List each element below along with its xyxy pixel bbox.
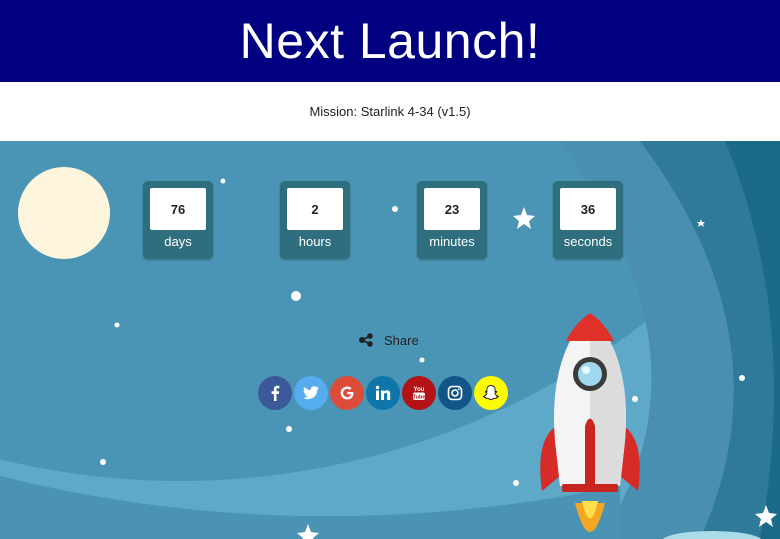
countdown-unit: minutes	[429, 234, 475, 249]
instagram-icon	[447, 385, 463, 401]
facebook-icon	[271, 385, 280, 401]
facebook-button[interactable]	[258, 376, 292, 410]
linkedin-button[interactable]	[366, 376, 400, 410]
header-bar: Next Launch!	[0, 0, 780, 82]
countdown-minutes: 23 minutes	[417, 181, 487, 259]
countdown-hours: 2 hours	[280, 181, 350, 259]
mission-name: Mission: Starlink 4-34 (v1.5)	[309, 104, 471, 119]
countdown-unit: days	[164, 234, 192, 249]
google-button[interactable]	[330, 376, 364, 410]
moon	[18, 167, 110, 259]
instagram-button[interactable]	[438, 376, 472, 410]
countdown-value: 2	[287, 188, 343, 230]
countdown-unit: hours	[298, 234, 332, 249]
snapchat-icon	[483, 384, 499, 401]
youtube-icon: You Tube	[413, 387, 426, 401]
share-label: Share	[384, 332, 419, 348]
svg-text:Tube: Tube	[413, 395, 426, 401]
countdown-value: 76	[150, 188, 206, 230]
linkedin-icon	[375, 385, 391, 400]
share-icon	[359, 333, 373, 347]
snapchat-button[interactable]	[474, 376, 508, 410]
countdown-value: 36	[560, 188, 616, 230]
countdown-days: 76 days	[143, 181, 213, 259]
countdown-seconds: 36 seconds	[553, 181, 623, 259]
svg-text:You: You	[414, 387, 425, 393]
youtube-button[interactable]: You Tube	[402, 376, 436, 410]
mission-bar: Mission: Starlink 4-34 (v1.5)	[0, 82, 780, 142]
google-icon	[340, 386, 354, 400]
countdown-unit: seconds	[563, 234, 613, 249]
space-scene: 76 days 2 hours 23 minutes 36 seconds Sh…	[0, 141, 780, 539]
social-links: You Tube	[258, 376, 508, 410]
twitter-button[interactable]	[294, 376, 328, 410]
share-button[interactable]: Share	[358, 331, 419, 349]
countdown-value: 23	[424, 188, 480, 230]
twitter-icon	[303, 386, 319, 400]
page-title: Next Launch!	[239, 13, 541, 69]
